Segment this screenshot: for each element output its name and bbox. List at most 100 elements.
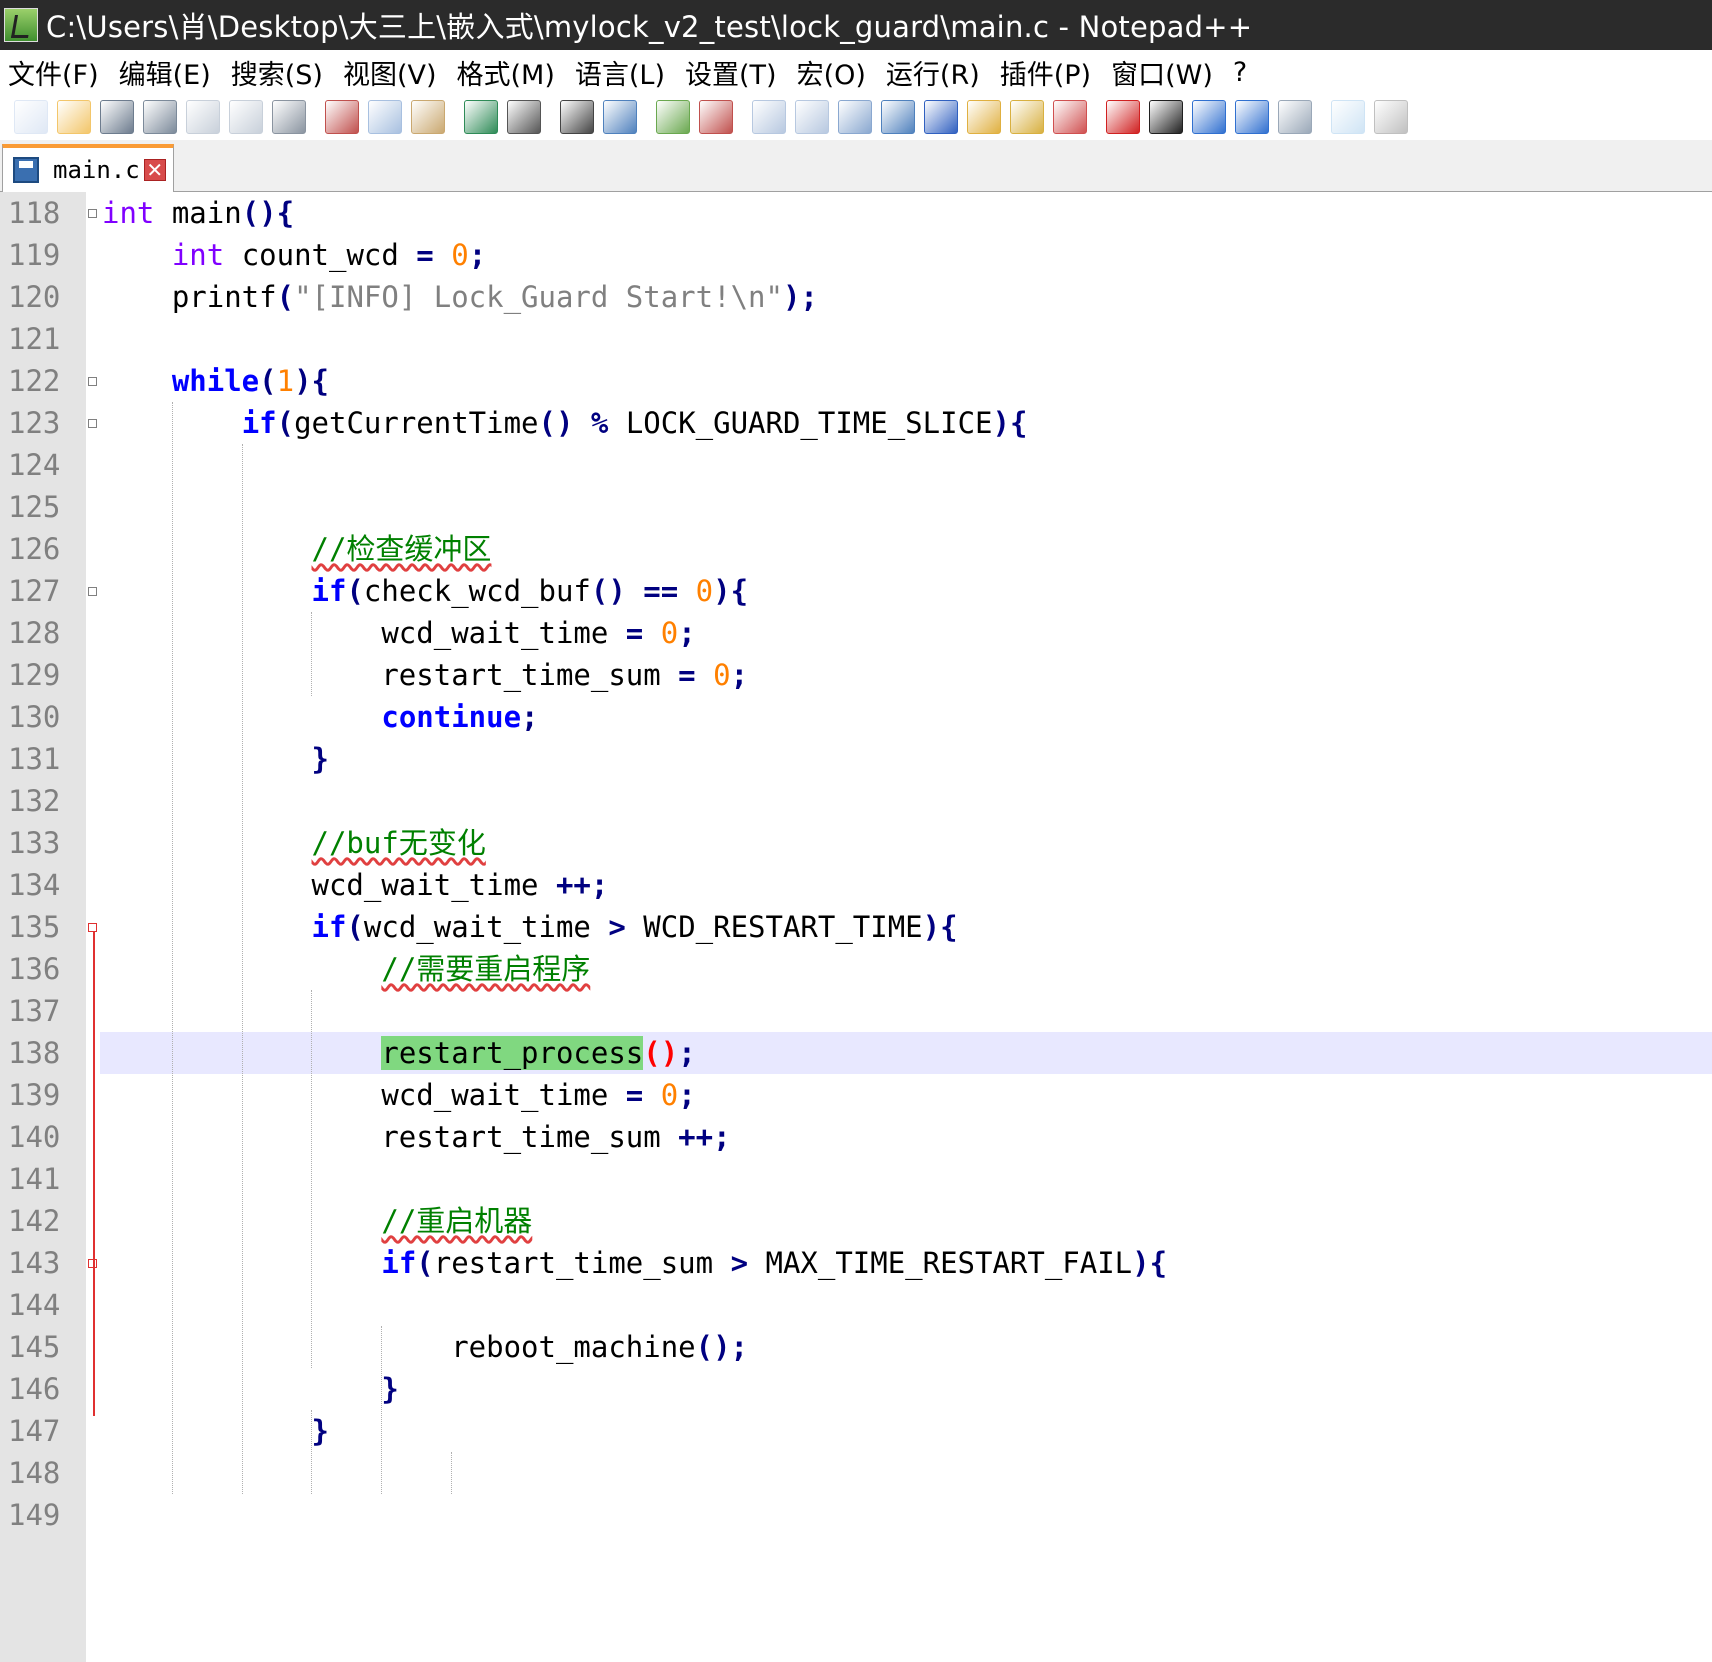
sync-vertical-icon[interactable] (752, 100, 786, 134)
menu-item-10[interactable]: 窗口(W) (1111, 53, 1213, 92)
zoom-out-icon[interactable] (699, 100, 733, 134)
code-line[interactable]: } (102, 1366, 398, 1412)
code-line[interactable]: if(getCurrentTime() % LOCK_GUARD_TIME_SL… (102, 400, 1028, 446)
code-line[interactable]: } (102, 1408, 329, 1454)
fold-toggle-icon[interactable] (88, 923, 97, 932)
menu-item-2[interactable]: 搜索(S) (231, 53, 323, 92)
menu-item-3[interactable]: 视图(V) (343, 53, 437, 92)
code-line[interactable]: if(check_wcd_buf() == 0){ (102, 568, 749, 614)
code-line[interactable]: if(restart_time_sum > MAX_TIME_RESTART_F… (102, 1240, 1167, 1286)
paste-icon[interactable] (411, 100, 445, 134)
fold-toggle-icon[interactable] (88, 209, 97, 218)
menu-item-4[interactable]: 格式(M) (457, 53, 555, 92)
line-number: 123 (8, 406, 61, 440)
line-number: 128 (8, 616, 61, 650)
line-number: 144 (8, 1288, 61, 1322)
code-line[interactable]: reboot_machine(); (102, 1324, 748, 1370)
active-fold-bar (93, 932, 95, 1416)
play-macro-icon[interactable] (1192, 100, 1226, 134)
line-number: 120 (8, 280, 61, 314)
code-line[interactable]: continue; (102, 694, 538, 740)
notepad-plus-plus-icon (4, 8, 38, 42)
code-line[interactable]: } (102, 736, 329, 782)
code-line[interactable]: int count_wcd = 0; (102, 232, 486, 278)
show-all-chars-icon[interactable] (881, 100, 915, 134)
saved-file-icon (13, 157, 39, 183)
function-list-icon[interactable] (1053, 100, 1087, 134)
code-line[interactable]: restart_time_sum = 0; (102, 652, 748, 698)
stop-macro-icon[interactable] (1149, 100, 1183, 134)
cut-icon[interactable] (325, 100, 359, 134)
print-icon[interactable] (272, 100, 306, 134)
code-line[interactable]: //buf无变化 (102, 820, 486, 866)
code-line[interactable]: while(1){ (102, 358, 329, 404)
close-icon[interactable] (186, 100, 220, 134)
code-editor[interactable]: 118 int main(){119 int count_wcd = 0; 120 … (0, 192, 1712, 1662)
line-number: 129 (8, 658, 61, 692)
line-number: 130 (8, 700, 61, 734)
save-all-icon[interactable] (143, 100, 177, 134)
menu-item-9[interactable]: 插件(P) (1000, 53, 1091, 92)
code-line[interactable]: printf("[INFO] Lock_Guard Start!\n"); (102, 274, 818, 320)
fold-toggle-icon[interactable] (88, 587, 97, 596)
save-icon[interactable] (100, 100, 134, 134)
line-number: 145 (8, 1330, 61, 1364)
code-line[interactable]: restart_process(); (102, 1030, 696, 1076)
toolbar (0, 94, 1712, 140)
tab-main-c[interactable]: main.c ✕ (2, 144, 174, 192)
line-number: 133 (8, 826, 61, 860)
line-number: 132 (8, 784, 61, 818)
code-line[interactable]: wcd_wait_time = 0; (102, 1072, 695, 1118)
sync-horizontal-icon[interactable] (795, 100, 829, 134)
save-macro-icon[interactable] (1278, 100, 1312, 134)
undo-icon[interactable] (464, 100, 498, 134)
line-number: 140 (8, 1120, 61, 1154)
new-file-icon[interactable] (14, 100, 48, 134)
close-tab-icon[interactable]: ✕ (143, 159, 166, 181)
zoom-in-icon[interactable] (656, 100, 690, 134)
doc-map-icon[interactable] (1010, 100, 1044, 134)
code-line[interactable]: //重启机器 (102, 1198, 532, 1244)
line-number: 131 (8, 742, 61, 776)
menu-item-5[interactable]: 语言(L) (575, 53, 665, 92)
line-number: 122 (8, 364, 61, 398)
code-line[interactable]: if(wcd_wait_time > WCD_RESTART_TIME){ (102, 904, 958, 950)
menu-item-8[interactable]: 运行(R) (886, 53, 980, 92)
line-number: 124 (8, 448, 61, 482)
record-macro-icon[interactable] (1106, 100, 1140, 134)
code-line[interactable]: //需要重启程序 (102, 946, 590, 992)
code-line[interactable]: wcd_wait_time ++; (102, 862, 609, 908)
run-macro-multiple-icon[interactable] (1235, 100, 1269, 134)
indent-guide-icon[interactable] (924, 100, 958, 134)
redo-icon[interactable] (507, 100, 541, 134)
line-number: 146 (8, 1372, 61, 1406)
menu-item-11[interactable]: ? (1233, 57, 1247, 88)
code-line[interactable]: //检查缓冲区 (102, 526, 492, 572)
menu-item-6[interactable]: 设置(T) (685, 53, 777, 92)
plugin-icon[interactable] (1374, 100, 1408, 134)
fold-toggle-icon[interactable] (88, 377, 97, 386)
word-wrap-icon[interactable] (838, 100, 872, 134)
line-number: 125 (8, 490, 61, 524)
indent-guide (171, 402, 173, 1494)
tab-bar: main.c ✕ (0, 140, 1712, 192)
copy-icon[interactable] (368, 100, 402, 134)
close-all-icon[interactable] (229, 100, 263, 134)
code-line[interactable]: int main(){ (102, 192, 294, 236)
indent-guide (311, 612, 313, 696)
menu-item-0[interactable]: 文件(F) (8, 53, 99, 92)
spell-check-icon[interactable] (1331, 100, 1365, 134)
menu-item-1[interactable]: 编辑(E) (119, 53, 211, 92)
code-line[interactable]: wcd_wait_time = 0; (102, 610, 695, 656)
code-line[interactable]: restart_time_sum ++; (102, 1114, 730, 1160)
fold-toggle-icon[interactable] (88, 419, 97, 428)
line-number: 127 (8, 574, 61, 608)
line-number: 139 (8, 1078, 61, 1112)
menu-item-7[interactable]: 宏(O) (797, 53, 866, 92)
tab-label: main.c (53, 156, 140, 184)
user-language-icon[interactable] (967, 100, 1001, 134)
line-number: 121 (8, 322, 61, 356)
open-file-icon[interactable] (57, 100, 91, 134)
replace-icon[interactable] (603, 100, 637, 134)
find-icon[interactable] (560, 100, 594, 134)
